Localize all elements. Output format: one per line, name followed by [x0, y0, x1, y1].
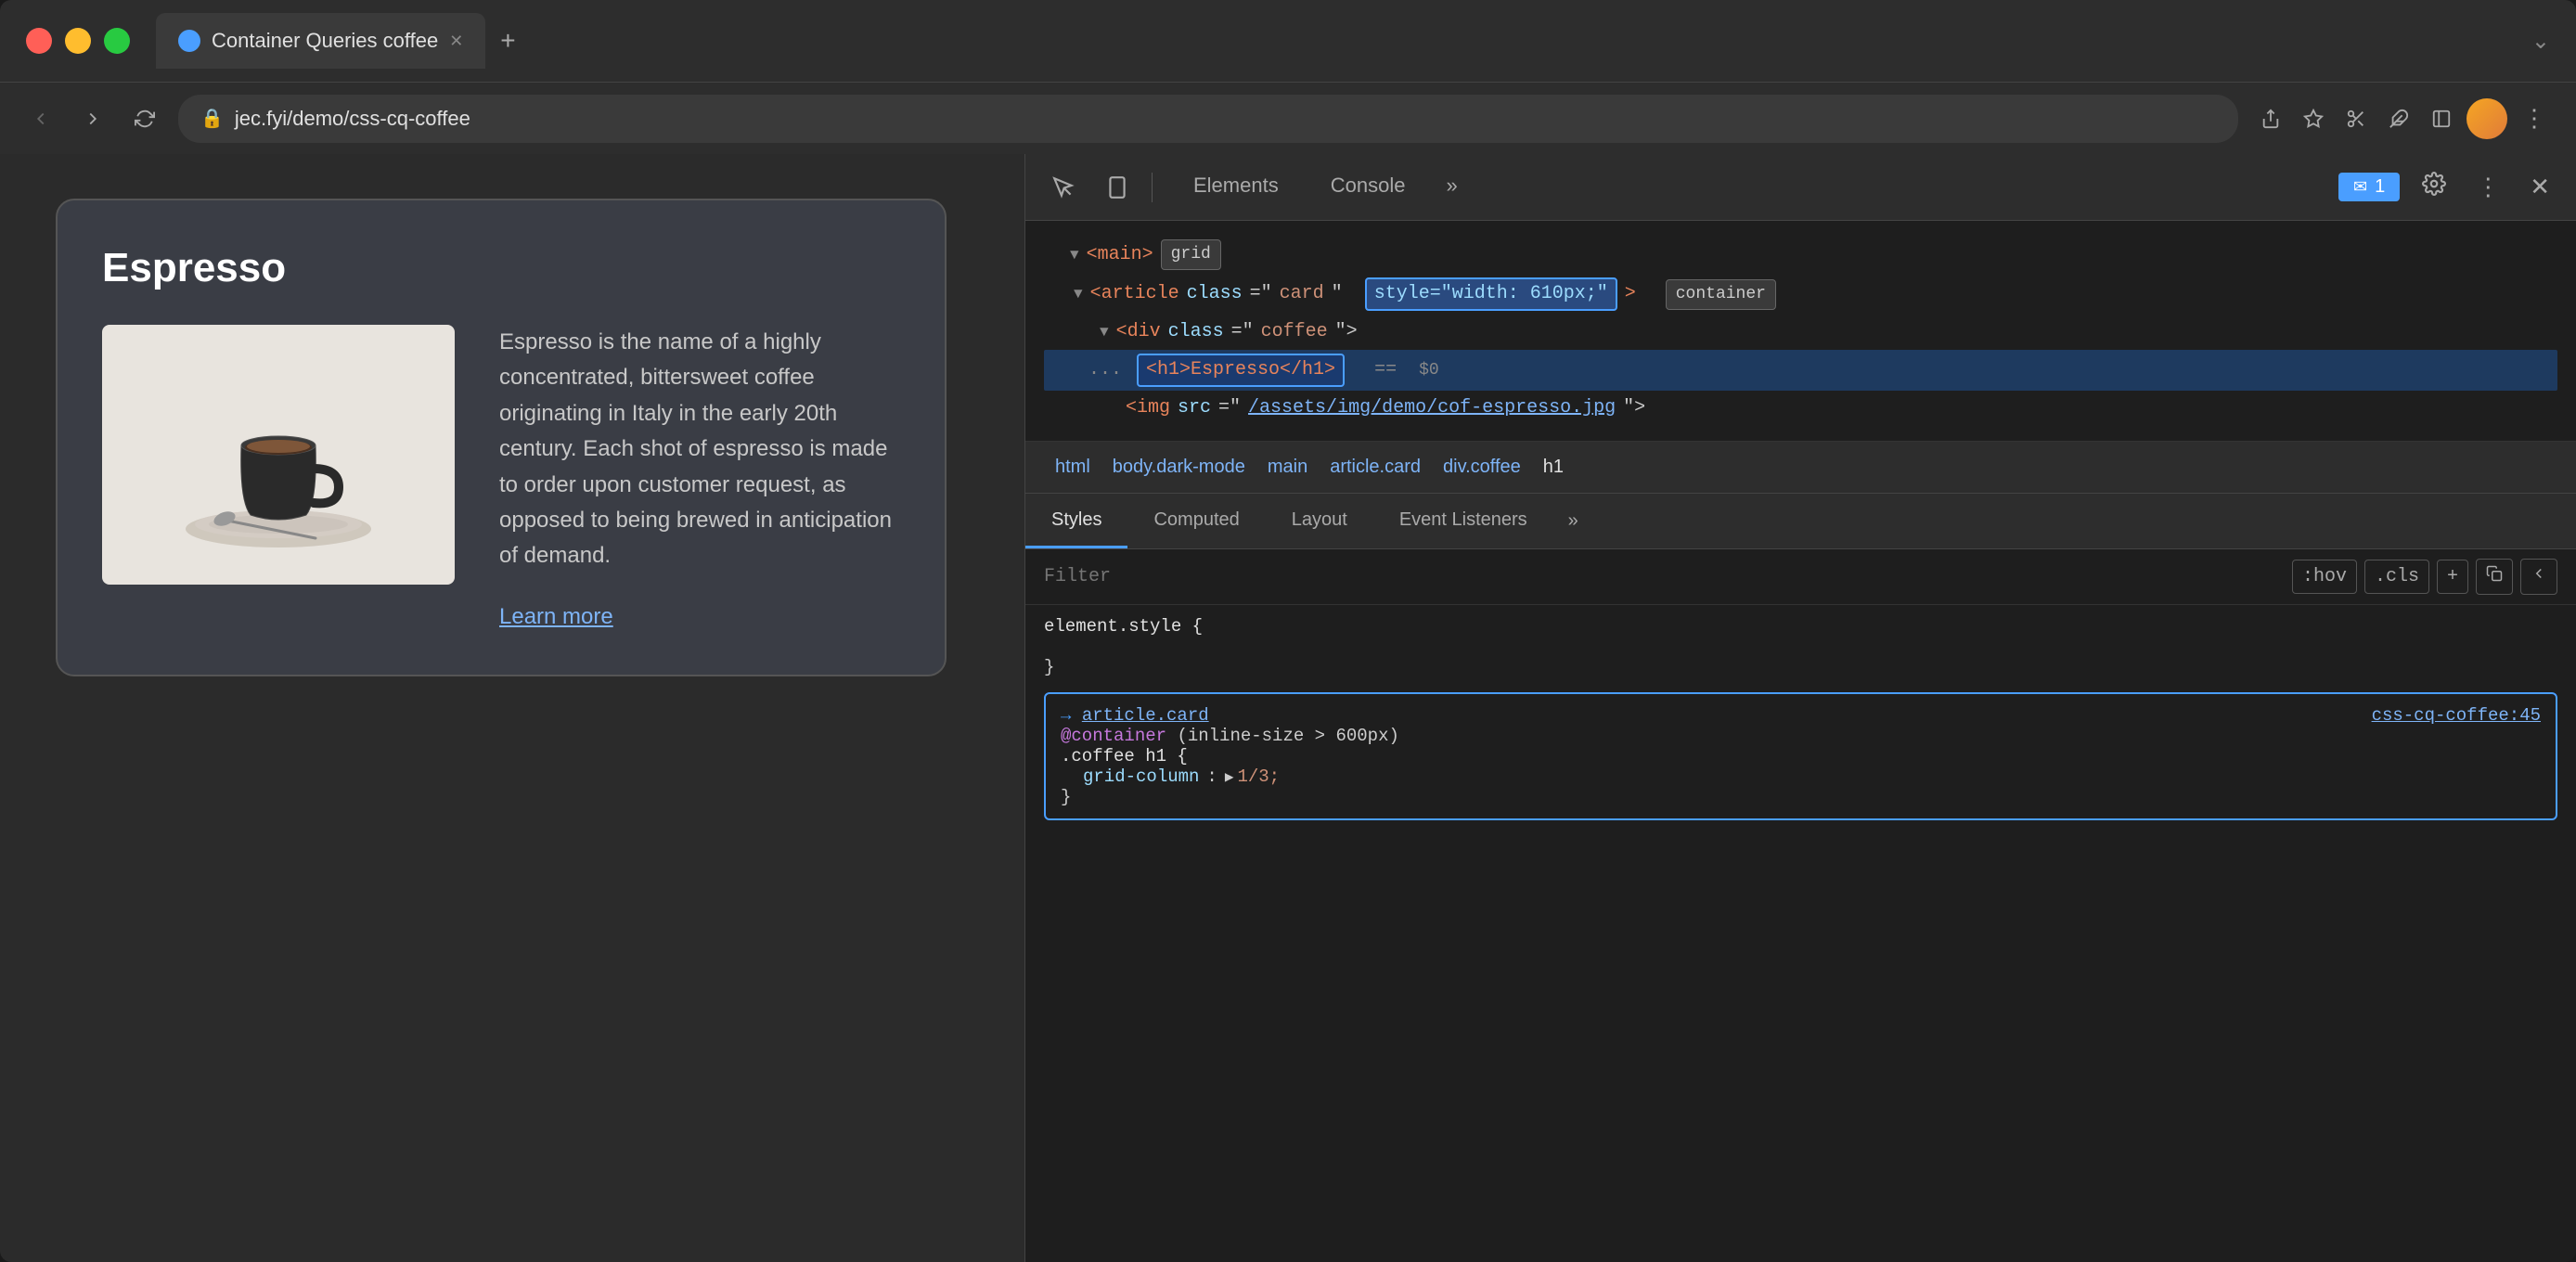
dom-style-highlight: style="width: 610px;" [1365, 277, 1617, 311]
notification-count: 1 [2375, 176, 2385, 198]
back-button[interactable] [22, 100, 59, 137]
dom-badge-grid[interactable]: grid [1161, 239, 1221, 270]
filter-input[interactable] [1044, 566, 2277, 587]
dom-collapse-article[interactable]: ▼ [1074, 283, 1083, 305]
tab-favicon [178, 30, 200, 52]
device-mode-button[interactable] [1098, 168, 1137, 207]
css-rule-arrow[interactable]: → [1061, 705, 1071, 726]
breadcrumb-div[interactable]: div.coffee [1432, 453, 1532, 482]
coffee-card-body: Espresso is the name of a highly concent… [102, 325, 900, 630]
extensions-button[interactable] [2381, 101, 2416, 136]
address-bar[interactable]: 🔒 jec.fyi/demo/css-cq-coffee [178, 95, 2238, 143]
dom-line-h1[interactable]: ... <h1>Espresso</h1> == $0 [1044, 350, 2557, 391]
lock-icon: 🔒 [200, 107, 224, 130]
tab-title: Container Queries coffee [212, 29, 438, 53]
tab-bar: Container Queries coffee ✕ + [156, 13, 2517, 69]
tab-event-listeners[interactable]: Event Listeners [1373, 494, 1553, 548]
bookmark-button[interactable] [2296, 101, 2331, 136]
breadcrumb-body[interactable]: body.dark-mode [1101, 453, 1256, 482]
share-button[interactable] [2253, 101, 2288, 136]
filter-add-button[interactable]: + [2437, 560, 2468, 594]
css-rule-element-style: element.style { } [1044, 616, 2557, 677]
refresh-button[interactable] [126, 100, 163, 137]
learn-more-link[interactable]: Learn more [499, 604, 900, 630]
inspect-element-button[interactable] [1044, 168, 1083, 207]
filter-copy-style-button[interactable] [2476, 559, 2513, 595]
dom-img-src-link[interactable]: /assets/img/demo/cof-espresso.jpg [1248, 394, 1616, 422]
new-tab-button[interactable]: + [493, 19, 522, 63]
css-rule-selector-link[interactable]: article.card [1082, 705, 1209, 726]
styles-tabs-more-button[interactable]: » [1553, 494, 1593, 548]
nav-bar: 🔒 jec.fyi/demo/css-cq-coffee ⋮ [0, 82, 2576, 154]
css-property-grid-column: grid-column [1083, 766, 1199, 787]
breadcrumb-bar: html body.dark-mode main article.card di… [1025, 442, 2576, 494]
devtools-more-button[interactable]: ⋮ [2468, 165, 2507, 209]
dom-line-div-coffee[interactable]: ▼ <div class =" coffee "> [1044, 315, 2557, 350]
coffee-card: Espresso [56, 199, 947, 676]
css-at-rule: @container [1061, 726, 1166, 746]
dom-line-main[interactable]: ▼ <main> grid [1044, 236, 2557, 274]
breadcrumb-article[interactable]: article.card [1319, 453, 1432, 482]
css-value-expand[interactable]: ▶ [1225, 767, 1234, 786]
dom-badge-container[interactable]: container [1666, 279, 1776, 310]
filter-cls-button[interactable]: .cls [2364, 560, 2429, 594]
devtools-settings-button[interactable] [2415, 164, 2454, 210]
dom-h1-highlight[interactable]: <h1>Espresso</h1> [1137, 354, 1345, 387]
browser-more-button[interactable]: ⋮ [2515, 97, 2554, 140]
tab-elements[interactable]: Elements [1167, 164, 1305, 210]
toolbar-separator [1152, 173, 1153, 202]
devtools-close-button[interactable]: ✕ [2522, 165, 2557, 209]
tab-layout[interactable]: Layout [1266, 494, 1373, 548]
css-rules-panel: element.style { } → article.card [1025, 605, 2576, 1262]
devtools-panel: Elements Console » ✉ 1 ⋮ [1024, 154, 2576, 1262]
main-area: Espresso [0, 154, 2576, 1262]
filter-actions: :hov .cls + [2292, 559, 2557, 595]
devtools-main-tabs: Elements Console » [1167, 164, 2324, 210]
close-traffic-light[interactable] [26, 28, 52, 54]
coffee-image [102, 325, 455, 585]
coffee-card-title: Espresso [102, 245, 900, 291]
css-rule-container-query: → article.card css-cq-coffee:45 @contain… [1044, 692, 2557, 820]
profile-avatar[interactable] [2467, 98, 2507, 139]
dom-collapse-main[interactable]: ▼ [1070, 244, 1079, 266]
devtools-toolbar: Elements Console » ✉ 1 ⋮ [1025, 154, 2576, 221]
minimize-traffic-light[interactable] [65, 28, 91, 54]
dom-tree: ▼ <main> grid ▼ <article class =" card "… [1025, 221, 2576, 442]
breadcrumb-h1[interactable]: h1 [1532, 453, 1575, 482]
url-text: jec.fyi/demo/css-cq-coffee [235, 107, 470, 131]
notification-icon: ✉ [2353, 177, 2367, 197]
tab-console[interactable]: Console [1305, 164, 1432, 210]
maximize-traffic-light[interactable] [104, 28, 130, 54]
devtools-tabs-more-button[interactable]: » [1431, 164, 1472, 210]
active-tab[interactable]: Container Queries coffee ✕ [156, 13, 485, 69]
filter-hov-button[interactable]: :hov [2292, 560, 2357, 594]
devtools-notification-badge[interactable]: ✉ 1 [2338, 173, 2400, 201]
filter-toggle-sidebar-button[interactable] [2520, 559, 2557, 595]
dom-collapse-div[interactable]: ▼ [1100, 321, 1109, 343]
styles-panel-tabs: Styles Computed Layout Event Listeners » [1025, 494, 2576, 549]
coffee-description: Espresso is the name of a highly concent… [499, 325, 900, 574]
nav-actions: ⋮ [2253, 97, 2554, 140]
breadcrumb-main[interactable]: main [1256, 453, 1319, 482]
title-bar: Container Queries coffee ✕ + ⌄ [0, 0, 2576, 82]
element-style-selector: element.style { [1044, 616, 1203, 637]
tab-close-button[interactable]: ✕ [449, 32, 463, 51]
espresso-cup-svg [148, 334, 408, 575]
tab-styles[interactable]: Styles [1025, 494, 1127, 548]
browser-window: Container Queries coffee ✕ + ⌄ 🔒 jec.fyi… [0, 0, 2576, 1262]
page-content: Espresso [0, 154, 1024, 1262]
scissors-button[interactable] [2338, 101, 2374, 136]
window-expand-button[interactable]: ⌄ [2531, 28, 2550, 55]
traffic-lights [26, 28, 130, 54]
coffee-description-area: Espresso is the name of a highly concent… [499, 325, 900, 630]
sidebar-toggle-button[interactable] [2424, 101, 2459, 136]
breadcrumb-html[interactable]: html [1044, 453, 1101, 482]
dom-line-img[interactable]: <img src =" /assets/img/demo/cof-espress… [1044, 391, 2557, 426]
forward-button[interactable] [74, 100, 111, 137]
dom-line-article[interactable]: ▼ <article class =" card " style="width:… [1044, 274, 2557, 315]
filter-bar: :hov .cls + [1025, 549, 2576, 605]
tab-computed[interactable]: Computed [1127, 494, 1265, 548]
css-rule-source-link[interactable]: css-cq-coffee:45 [2372, 705, 2541, 726]
